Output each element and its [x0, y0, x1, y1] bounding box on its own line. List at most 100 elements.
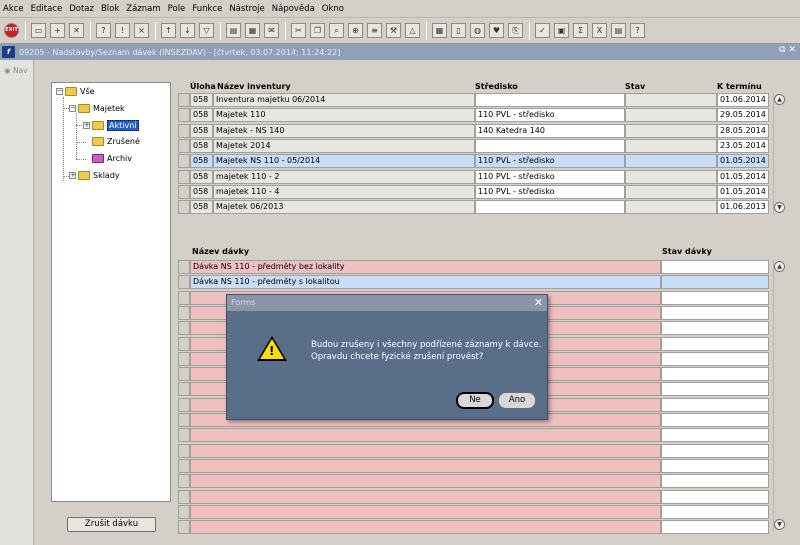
ano-button[interactable]: Ano — [498, 392, 536, 409]
row-indicator[interactable] — [178, 489, 190, 504]
row-indicator[interactable] — [178, 382, 190, 397]
menu-pole[interactable]: Pole — [168, 4, 186, 14]
tree-node-vse[interactable]: − Vše — [56, 87, 95, 96]
row-indicator[interactable] — [178, 336, 190, 351]
cell-stav-davky[interactable] — [661, 290, 769, 305]
batch-scrollbar[interactable]: ▲ ▼ — [773, 260, 785, 532]
menu-zaznam[interactable]: Záznam — [126, 4, 160, 14]
expand-icon[interactable]: + — [69, 172, 76, 179]
cell-stav-davky[interactable] — [661, 474, 769, 489]
grid-icon[interactable]: ▦ — [432, 23, 447, 38]
cell-stredisko[interactable]: 110 PVL - středisko — [475, 169, 625, 184]
cell-stredisko[interactable]: 110 PVL - středisko — [475, 154, 625, 169]
cell-stav[interactable] — [625, 93, 717, 107]
ne-button[interactable]: Ne — [456, 392, 494, 409]
row-indicator[interactable] — [178, 108, 190, 123]
cell-nazev-davky[interactable] — [190, 474, 661, 489]
cell-stav-davky[interactable] — [661, 305, 769, 320]
list-icon[interactable]: ≡ — [367, 23, 382, 38]
cell-k-terminu[interactable]: 01.06.2013 — [717, 200, 769, 215]
row-indicator[interactable] — [178, 154, 190, 169]
cell-stav-davky[interactable] — [661, 489, 769, 504]
cell-k-terminu[interactable]: 23.05.2014 — [717, 138, 769, 153]
row-indicator[interactable] — [178, 93, 190, 107]
cell-stav-davky[interactable] — [661, 413, 769, 427]
zoom-icon[interactable]: ⊕ — [348, 23, 363, 38]
row-indicator[interactable] — [178, 504, 190, 519]
sort-desc-icon[interactable]: ↓ — [180, 23, 195, 38]
tree-node-aktivni[interactable]: + Aktivní — [83, 120, 139, 131]
cell-nazev-davky[interactable]: Dávka NS 110 - předměty bez lokality — [190, 260, 661, 274]
chart-icon[interactable]: △ — [405, 23, 420, 38]
scroll-up-icon[interactable]: ▲ — [774, 94, 785, 105]
cell-stav[interactable] — [625, 108, 717, 123]
cell-stredisko[interactable] — [475, 93, 625, 107]
cell-k-terminu[interactable]: 01.05.2014 — [717, 184, 769, 199]
exit-icon[interactable]: EXIT — [4, 23, 19, 38]
menu-blok[interactable]: Blok — [101, 4, 119, 14]
cell-nazev-inventury[interactable]: Majetek 2014 — [213, 138, 475, 153]
cell-uloha[interactable]: 058 — [190, 184, 213, 199]
row-indicator[interactable] — [178, 138, 190, 153]
enter-query-icon[interactable]: ? — [96, 23, 111, 38]
row-indicator[interactable] — [178, 184, 190, 199]
menu-funkce[interactable]: Funkce — [192, 4, 222, 14]
cell-stav[interactable] — [625, 138, 717, 153]
cell-nazev-inventury[interactable]: Majetek - NS 140 — [213, 123, 475, 138]
copy-icon[interactable]: ❐ — [310, 23, 325, 38]
cell-nazev-inventury[interactable]: majetek 110 - 4 — [213, 184, 475, 199]
cell-uloha[interactable]: 058 — [190, 123, 213, 138]
cell-stav-davky[interactable] — [661, 351, 769, 366]
attachment-icon[interactable]: ⎘ — [508, 23, 523, 38]
cell-nazev-inventury[interactable]: Inventura majetku 06/2014 — [213, 93, 475, 107]
cell-stav-davky[interactable] — [661, 443, 769, 458]
cell-stredisko[interactable] — [475, 138, 625, 153]
cell-nazev-davky[interactable] — [190, 458, 661, 473]
filter-icon[interactable]: ▽ — [199, 23, 214, 38]
row-indicator[interactable] — [178, 305, 190, 320]
row-indicator[interactable] — [178, 351, 190, 366]
collapse-icon[interactable]: − — [56, 88, 63, 95]
row-indicator[interactable] — [178, 458, 190, 473]
cell-stav-davky[interactable] — [661, 428, 769, 443]
cell-nazev-davky[interactable] — [190, 428, 661, 443]
nav-panel[interactable]: ◉ Nav — [0, 60, 34, 545]
print-icon[interactable]: ▤ — [226, 23, 241, 38]
globe-icon[interactable]: ◍ — [470, 23, 485, 38]
menu-okno[interactable]: Okno — [322, 4, 344, 14]
scroll-down-icon[interactable]: ▼ — [774, 519, 785, 530]
row-indicator[interactable] — [178, 123, 190, 138]
help-icon[interactable]: ? — [630, 23, 645, 38]
cell-stav-davky[interactable] — [661, 504, 769, 519]
cell-k-terminu[interactable]: 01.05.2014 — [717, 154, 769, 169]
menu-nastroje[interactable]: Nástroje — [229, 4, 264, 14]
preview-icon[interactable]: ▦ — [245, 23, 260, 38]
cell-stav-davky[interactable] — [661, 367, 769, 382]
cell-stav-davky[interactable] — [661, 397, 769, 412]
sort-asc-icon[interactable]: ↑ — [161, 23, 176, 38]
cell-uloha[interactable]: 058 — [190, 108, 213, 123]
cell-nazev-inventury[interactable]: majetek 110 - 2 — [213, 169, 475, 184]
cell-stredisko[interactable]: 110 PVL - středisko — [475, 108, 625, 123]
menu-dotaz[interactable]: Dotaz — [69, 4, 94, 14]
row-indicator[interactable] — [178, 413, 190, 427]
row-indicator[interactable] — [178, 321, 190, 336]
row-indicator[interactable] — [178, 428, 190, 443]
cell-uloha[interactable]: 058 — [190, 169, 213, 184]
row-indicator[interactable] — [178, 200, 190, 215]
sum-icon[interactable]: Σ — [573, 23, 588, 38]
cell-stredisko[interactable] — [475, 200, 625, 215]
cell-uloha[interactable]: 058 — [190, 154, 213, 169]
row-indicator[interactable] — [178, 397, 190, 412]
collapse-icon[interactable]: − — [69, 105, 76, 112]
cell-nazev-davky[interactable] — [190, 489, 661, 504]
insert-record-icon[interactable]: + — [50, 23, 65, 38]
cell-uloha[interactable]: 058 — [190, 138, 213, 153]
cell-nazev-inventury[interactable]: Majetek NS 110 - 05/2014 — [213, 154, 475, 169]
tree-node-archiv[interactable]: Archiv — [92, 154, 132, 163]
row-indicator[interactable] — [178, 520, 190, 535]
cell-stredisko[interactable]: 110 PVL - středisko — [475, 184, 625, 199]
cell-stav[interactable] — [625, 123, 717, 138]
row-indicator[interactable] — [178, 474, 190, 489]
row-indicator[interactable] — [178, 443, 190, 458]
